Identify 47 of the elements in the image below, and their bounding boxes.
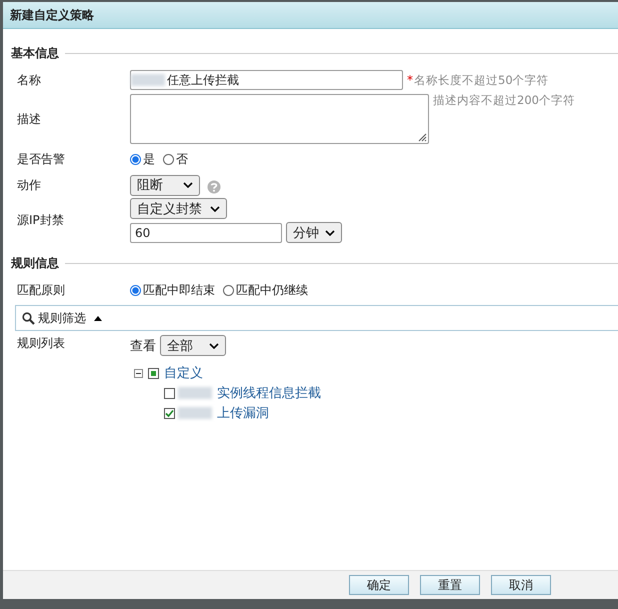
tree-item[interactable]: 上传漏洞: [217, 404, 269, 422]
hint-text: 名称长度不超过50个字符: [414, 72, 549, 88]
unit-dropdown[interactable]: 分钟: [286, 222, 342, 243]
window-title: 新建自定义策略: [10, 6, 94, 24]
redacted-mark: [178, 407, 212, 419]
collapse-icon[interactable]: [134, 368, 143, 378]
view-dropdown[interactable]: 全部: [160, 335, 226, 356]
radio-option[interactable]: 是: [130, 150, 155, 168]
filter-bar[interactable]: 规则筛选: [15, 305, 618, 331]
duration-field[interactable]: 60: [130, 222, 282, 242]
resize-grip-icon[interactable]: [417, 132, 427, 142]
ban-mode-dropdown[interactable]: 自定义封禁: [130, 198, 227, 219]
radio-option[interactable]: 匹配中即结束: [130, 282, 215, 298]
radio-option[interactable]: 否: [163, 150, 188, 168]
chevron-icon: [209, 342, 219, 348]
field-label: 是否告警: [16, 150, 66, 168]
field-label: 源IP封禁: [16, 212, 65, 229]
caret-icon: [94, 316, 102, 320]
search-icon: [22, 312, 35, 324]
field-label: 名称: [16, 72, 42, 88]
description-field[interactable]: [130, 94, 429, 144]
chevron-icon: [183, 182, 193, 188]
name-field[interactable]: 任意上传拦截: [130, 70, 403, 90]
section-heading: 基本信息: [11, 44, 59, 62]
view-label: 查看: [130, 338, 156, 354]
field-label: 规则列表: [16, 335, 66, 352]
radio-option[interactable]: 匹配中仍继续: [223, 282, 308, 298]
field-label: 动作: [16, 176, 42, 194]
required-mark: *: [407, 73, 413, 87]
dialog-button[interactable]: 重置: [420, 575, 480, 595]
tree-item[interactable]: 实例线程信息拦截: [217, 384, 321, 402]
redacted-mark: [178, 387, 212, 399]
tree-checkbox[interactable]: [164, 408, 175, 418]
redacted-mark: [131, 74, 165, 86]
field-label: 匹配原则: [16, 282, 66, 298]
field-label: 描述: [16, 111, 42, 128]
tree-checkbox[interactable]: [164, 388, 175, 398]
chevron-icon: [210, 206, 220, 212]
dialog-button[interactable]: 确定: [349, 575, 409, 595]
section-heading: 规则信息: [11, 254, 59, 272]
tree-item[interactable]: 自定义: [164, 364, 203, 382]
action-dropdown[interactable]: 阻断: [130, 174, 200, 196]
filter-label: 规则筛选: [38, 310, 86, 326]
tree-checkbox[interactable]: [148, 368, 159, 378]
chevron-icon: [325, 230, 335, 236]
hint-text: 描述内容不超过200个字符: [433, 93, 575, 108]
dialog-button[interactable]: 取消: [491, 575, 551, 595]
